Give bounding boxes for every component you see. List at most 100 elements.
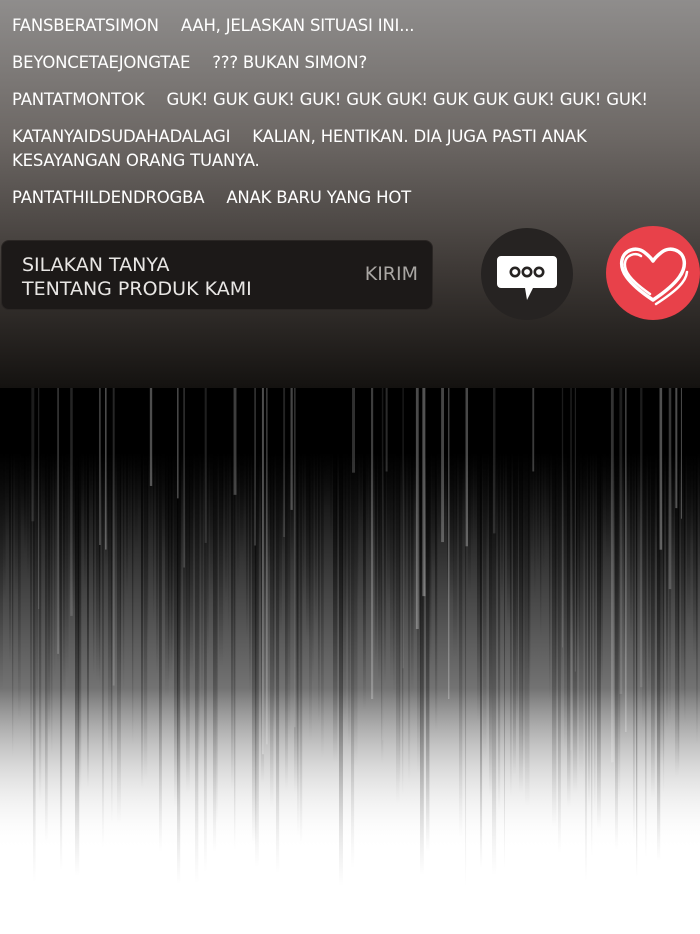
speed-line: [285, 388, 288, 791]
speed-line: [426, 388, 430, 853]
speed-line: [609, 388, 611, 510]
speed-line: [93, 388, 95, 676]
speed-line: [393, 388, 396, 697]
speed-line-highlight: [465, 388, 469, 547]
speed-line: [3, 388, 6, 601]
speed-line: [468, 388, 471, 595]
speed-line-highlight: [640, 388, 643, 688]
speed-line: [123, 388, 125, 694]
speed-line-highlight: [98, 388, 101, 546]
speed-line: [495, 388, 499, 575]
speed-line: [39, 388, 42, 802]
speed-line: [510, 388, 512, 797]
speed-line-highlight: [294, 388, 296, 728]
speed-line: [237, 388, 240, 593]
speed-line: [207, 388, 209, 656]
speed-line-highlight: [619, 388, 623, 694]
speed-line: [504, 388, 506, 869]
speed-line: [90, 388, 93, 511]
speed-line-highlight: [261, 388, 264, 755]
speed-line: [369, 388, 371, 563]
speed-line-highlight: [283, 388, 286, 537]
speed-line: [312, 388, 314, 684]
speed-line: [600, 388, 603, 688]
comment-item: KATANYAIDSUDAHADALAGI KALIAN, HENTIKAN. D…: [12, 125, 698, 173]
speed-line: [156, 388, 159, 676]
speed-line: [258, 388, 260, 541]
speed-line: [201, 388, 204, 709]
speed-line: [540, 388, 542, 638]
speed-line-highlight: [149, 388, 153, 486]
comment-item: PANTATHILDENDROGBA ANAK BARU YANG HOT: [12, 186, 698, 210]
speed-line-highlight: [254, 388, 256, 546]
speed-line: [288, 388, 291, 740]
speed-line-highlight: [233, 388, 237, 495]
speed-line: [630, 388, 633, 644]
speed-line: [366, 388, 369, 542]
speed-line: [171, 388, 174, 666]
speed-line: [645, 388, 647, 858]
question-input-placeholder: SILAKAN TANYA TENTANG PRODUK KAMI: [22, 253, 322, 301]
speed-line: [594, 388, 596, 812]
speed-line: [51, 388, 53, 757]
speed-line-highlight: [610, 388, 614, 763]
placeholder-line: SILAKAN TANYA: [22, 254, 170, 276]
speed-line: [585, 388, 587, 882]
speed-line: [345, 388, 349, 626]
speed-line: [18, 388, 21, 721]
speed-line: [0, 388, 3, 695]
speed-line: [15, 388, 19, 598]
speed-line: [408, 388, 411, 784]
speed-line: [396, 388, 400, 805]
speed-line: [36, 388, 39, 716]
speed-line: [216, 388, 218, 824]
comment-text: ANAK BARU YANG HOT: [226, 188, 412, 207]
speed-line: [522, 388, 526, 769]
comment-item: PANTATMONTOK GUK! GUK GUK! GUK! GUK GUK! …: [12, 88, 698, 112]
chat-button[interactable]: [481, 228, 573, 320]
speed-line: [300, 388, 303, 846]
comment-item: BEYONCETAEJONGTAE ??? BUKAN SIMON?: [12, 51, 698, 75]
speed-line: [132, 388, 134, 746]
speed-line: [627, 388, 629, 510]
speed-line: [321, 388, 324, 760]
speed-line: [180, 388, 182, 676]
speed-line-highlight: [668, 388, 672, 590]
speed-line-highlight: [352, 388, 356, 473]
speed-line-highlight: [381, 388, 384, 741]
comment-username: KATANYAIDSUDAHADALAGI: [12, 127, 231, 146]
speed-line: [195, 388, 199, 885]
comment-list: FANSBERATSIMON AAH, JELASKAN SITUASI INI.…: [12, 14, 698, 223]
speed-line: [696, 388, 698, 745]
speed-line-highlight: [112, 388, 115, 686]
speed-line: [399, 388, 401, 785]
speed-line: [411, 388, 414, 697]
like-button[interactable]: [606, 226, 700, 320]
speed-line-highlight: [675, 388, 678, 509]
speed-line: [318, 388, 320, 725]
speed-line-highlight: [38, 388, 40, 610]
question-input[interactable]: SILAKAN TANYA TENTANG PRODUK KAMI KIRIM: [1, 240, 433, 310]
speed-line: [276, 388, 280, 874]
send-button[interactable]: KIRIM: [365, 263, 418, 285]
speed-line: [672, 388, 675, 562]
speed-line: [486, 388, 489, 558]
speed-line: [270, 388, 274, 809]
speed-line: [588, 388, 590, 807]
comment-item: FANSBERATSIMON AAH, JELASKAN SITUASI INI.…: [12, 14, 698, 38]
speed-line: [363, 388, 366, 711]
speech-bubble-icon: [497, 256, 557, 300]
speed-line-highlight: [680, 388, 682, 519]
speed-line-highlight: [441, 388, 444, 543]
speed-line: [474, 388, 477, 544]
speed-line: [66, 388, 69, 680]
comment-username: BEYONCETAEJONGTAE: [12, 53, 191, 72]
speed-line-highlight: [415, 388, 419, 630]
speed-line: [564, 388, 568, 751]
speed-line: [378, 388, 381, 683]
comment-username: PANTATHILDENDROGBA: [12, 188, 205, 207]
speed-line: [27, 388, 30, 580]
speed-line: [384, 388, 386, 685]
speed-line: [375, 388, 378, 665]
speed-line: [264, 388, 267, 613]
